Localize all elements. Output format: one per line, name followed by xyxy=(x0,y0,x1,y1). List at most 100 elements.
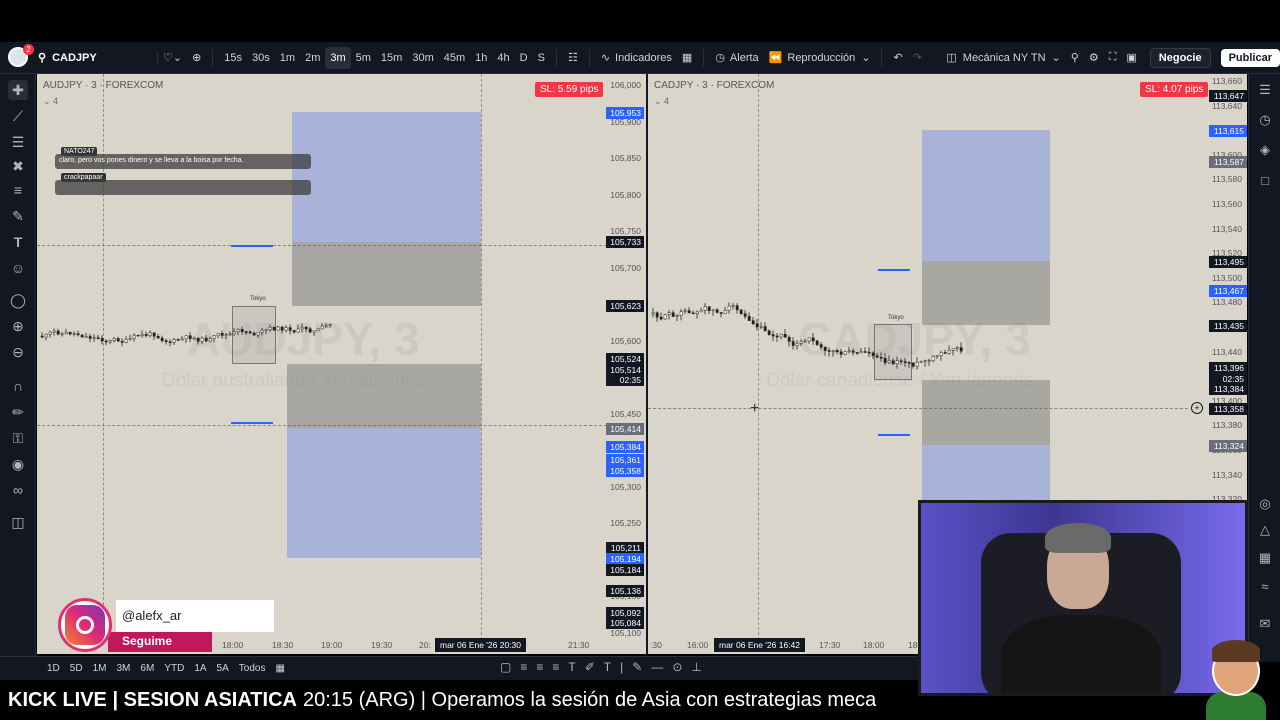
chart-type-icon[interactable]: ☷ xyxy=(563,47,583,69)
redo-icon[interactable]: ↷ xyxy=(908,47,927,69)
user-avatar[interactable]: 2 xyxy=(8,43,34,69)
magnet-icon[interactable]: ∩ xyxy=(8,376,28,396)
interval-15m[interactable]: 15m xyxy=(376,47,407,69)
lines-tool-icon[interactable]: ≡ xyxy=(520,660,527,674)
horizontal-line-icon[interactable]: — xyxy=(651,660,663,674)
trash-icon[interactable]: ◫ xyxy=(8,512,28,532)
range-1D[interactable]: 1D xyxy=(42,663,65,674)
brush-tool-icon[interactable]: ✎ xyxy=(632,660,642,674)
range-5A[interactable]: 5A xyxy=(212,663,234,674)
interval-D[interactable]: D xyxy=(515,47,533,69)
fib-tool-icon[interactable]: ≡ xyxy=(536,660,543,674)
range-6M[interactable]: 6M xyxy=(135,663,159,674)
candle-body xyxy=(719,312,723,314)
ruler-icon[interactable]: ◯ xyxy=(8,290,28,310)
horizontal-lines-icon[interactable]: ☰ xyxy=(8,132,28,152)
candle-body xyxy=(655,312,659,318)
stay-drawing-icon[interactable]: ✏ xyxy=(8,402,28,422)
replay-button[interactable]: ⏪ Reproducción ⌄ xyxy=(764,47,876,69)
interval-S[interactable]: S xyxy=(533,47,550,69)
quick-search-icon[interactable]: ⚲ xyxy=(1066,47,1084,69)
publish-button[interactable]: Publicar xyxy=(1220,48,1280,67)
candle-body xyxy=(144,334,148,336)
chat-message: claro, pero vos pones dinero y se lleva … xyxy=(55,154,311,169)
zoom-out-icon[interactable]: ⊖ xyxy=(8,342,28,362)
trend-line-icon[interactable]: ⟋ xyxy=(8,106,28,126)
goto-date-icon[interactable]: ▦ xyxy=(270,663,289,674)
candle-body xyxy=(280,326,284,331)
range-YTD[interactable]: YTD xyxy=(159,663,189,674)
notifications-icon[interactable]: ✉ xyxy=(1255,614,1275,634)
target-icon[interactable]: ◎ xyxy=(1255,494,1275,514)
price-tag: 105,953 xyxy=(606,107,644,119)
candle-body xyxy=(899,360,903,362)
price-axis-label: 113,500 xyxy=(1211,272,1242,283)
crosshair-icon[interactable]: ✚ xyxy=(8,80,28,100)
candle-body xyxy=(88,336,92,339)
price-tag: 105,358 xyxy=(606,465,644,477)
rectangle-tool-icon[interactable]: ▢ xyxy=(500,660,511,674)
eye-icon[interactable]: ◉ xyxy=(8,454,28,474)
calendar-icon[interactable]: ▦ xyxy=(1255,548,1275,568)
candle-body xyxy=(775,335,779,338)
undo-icon[interactable]: ↶ xyxy=(888,47,907,69)
emoji-icon[interactable]: ☺ xyxy=(8,258,28,278)
pen-tool-icon[interactable]: ✐ xyxy=(585,660,595,674)
compare-symbol-icon[interactable]: ⊕ xyxy=(187,47,206,69)
interval-5m[interactable]: 5m xyxy=(351,47,376,69)
chart-symbol-title: CADJPY · 3 · FOREXCOM xyxy=(654,80,775,91)
range-3M[interactable]: 3M xyxy=(112,663,136,674)
candle-body xyxy=(80,334,84,338)
indicators-button[interactable]: ∿ Indicadores xyxy=(596,47,677,69)
interval-3m[interactable]: 3m xyxy=(325,46,351,69)
interval-2m[interactable]: 2m xyxy=(300,47,325,69)
alerts-clock-icon[interactable]: ◷ xyxy=(1255,110,1275,130)
chat-icon[interactable]: □ xyxy=(1255,170,1275,190)
layout-icon: ◫ xyxy=(946,52,957,64)
zoom-in-icon[interactable]: ⊕ xyxy=(8,316,28,336)
layers-icon[interactable]: ◈ xyxy=(1255,140,1275,160)
measure-tool-icon[interactable]: ⊥ xyxy=(691,660,701,674)
text-tool-icon[interactable]: T xyxy=(568,660,575,674)
candle-body xyxy=(192,337,196,340)
lock-icon[interactable]: ⚿ xyxy=(8,428,28,448)
link-icon[interactable]: ∞ xyxy=(8,480,28,500)
broadcast-icon[interactable]: ≈ xyxy=(1255,576,1275,596)
interval-4h[interactable]: 4h xyxy=(492,47,514,69)
candle-body xyxy=(739,309,743,314)
watchlist-icon[interactable]: ☰ xyxy=(1255,80,1275,100)
triangle-icon[interactable]: △ xyxy=(1255,520,1275,540)
fib-icon[interactable]: ≡ xyxy=(8,180,28,200)
fullscreen-icon[interactable]: ⛶ xyxy=(1104,47,1122,69)
templates-icon[interactable]: ▦ xyxy=(677,47,697,69)
pitchfork-tool-icon[interactable]: ≡ xyxy=(552,660,559,674)
range-Todos[interactable]: Todos xyxy=(234,663,271,674)
interval-45m[interactable]: 45m xyxy=(439,47,470,69)
layout-button[interactable]: ◫ Mecánica NY TN ⌄ xyxy=(941,47,1065,69)
interval-30m[interactable]: 30m xyxy=(407,47,438,69)
favorite-intervals-icon[interactable]: ♡⌄ xyxy=(158,47,187,69)
candle-body xyxy=(727,305,731,311)
chart-audjpy[interactable]: AUDJPY, 3 Dólar australiano / Yen japoné… xyxy=(37,74,646,654)
settings-icon[interactable]: ⚙ xyxy=(1084,47,1104,69)
interval-1m[interactable]: 1m xyxy=(275,47,300,69)
text-icon[interactable]: T xyxy=(8,232,28,252)
range-1A[interactable]: 1A xyxy=(189,663,211,674)
trade-button[interactable]: Negocie xyxy=(1149,47,1211,68)
range-5D[interactable]: 5D xyxy=(65,663,88,674)
vertical-line-icon[interactable]: | xyxy=(620,660,623,674)
interval-1h[interactable]: 1h xyxy=(470,47,492,69)
note-tool-icon[interactable]: T xyxy=(604,660,611,674)
circle-tool-icon[interactable]: ⊙ xyxy=(672,660,682,674)
candle-body xyxy=(851,350,855,353)
screenshot-icon[interactable]: ▣ xyxy=(1121,47,1141,69)
brush-icon[interactable]: ✎ xyxy=(8,206,28,226)
interval-15s[interactable]: 15s xyxy=(219,47,247,69)
candle-body xyxy=(835,350,839,353)
interval-30s[interactable]: 30s xyxy=(247,47,275,69)
pitchfork-icon[interactable]: ✖ xyxy=(8,156,28,176)
candle-body xyxy=(807,337,811,342)
symbol-search[interactable]: ⚲ CADJPY xyxy=(38,51,158,64)
alert-button[interactable]: ◷ Alerta xyxy=(710,47,763,69)
range-1M[interactable]: 1M xyxy=(88,663,112,674)
